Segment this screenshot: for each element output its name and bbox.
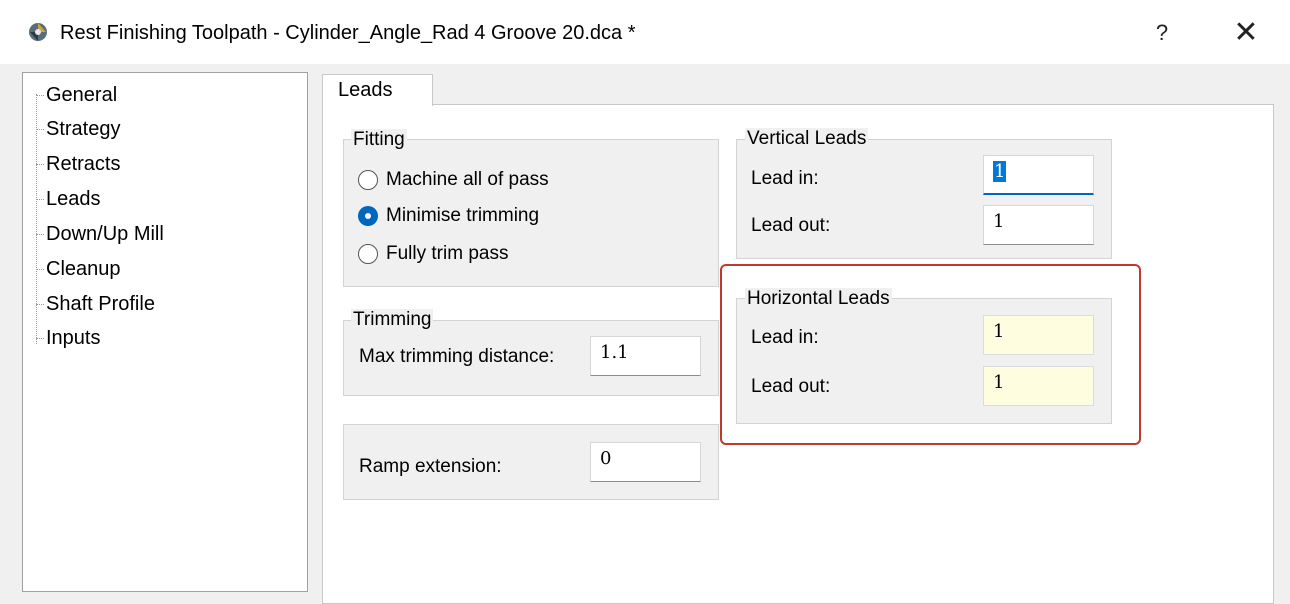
vertical-lead-in-input[interactable]: 1: [983, 155, 1094, 195]
tree-item-retracts[interactable]: Retracts: [36, 151, 120, 177]
tree-item-leads[interactable]: Leads: [36, 186, 101, 212]
fitting-group-title: Fitting: [351, 129, 407, 151]
trimming-group-title: Trimming: [351, 309, 434, 331]
selected-text: 1: [993, 161, 1007, 182]
vertical-leads-group-title: Vertical Leads: [745, 128, 869, 150]
tree-item-label: Retracts: [46, 153, 121, 175]
tree-item-general[interactable]: General: [36, 82, 117, 108]
radio-label: Fully trim pass: [386, 243, 509, 264]
window-title: Rest Finishing Toolpath - Cylinder_Angle…: [60, 22, 636, 44]
tree-item-label: Down/Up Mill: [46, 223, 164, 245]
tree-item-label: Leads: [46, 188, 101, 210]
ramp-extension-label: Ramp extension:: [359, 456, 502, 477]
radio-fully-trim-pass[interactable]: Fully trim pass: [358, 243, 568, 267]
vertical-lead-in-label: Lead in:: [751, 168, 819, 189]
tree-item-label: Inputs: [46, 327, 101, 349]
tree-item-label: Cleanup: [46, 258, 121, 280]
tree-item-strategy[interactable]: Strategy: [36, 116, 120, 142]
radio-button-selected[interactable]: [358, 206, 378, 226]
vertical-lead-out-label: Lead out:: [751, 215, 831, 236]
radio-machine-all-of-pass[interactable]: Machine all of pass: [358, 169, 568, 193]
radio-button[interactable]: [358, 244, 378, 264]
tab-leads[interactable]: Leads: [322, 74, 433, 106]
tree-item-label: Shaft Profile: [46, 293, 155, 315]
tree-item-label: Strategy: [46, 118, 121, 140]
tree-item-cleanup[interactable]: Cleanup: [36, 256, 121, 282]
max-trimming-distance-label: Max trimming distance:: [359, 346, 555, 367]
tree-item-down-up-mill[interactable]: Down/Up Mill: [36, 221, 164, 247]
max-trimming-distance-input[interactable]: 1.1: [590, 336, 701, 376]
radio-label: Machine all of pass: [386, 169, 549, 190]
tree-item-shaft-profile[interactable]: Shaft Profile: [36, 291, 155, 317]
title-bar: Rest Finishing Toolpath - Cylinder_Angle…: [0, 0, 1290, 64]
tree-item-label: General: [46, 84, 118, 106]
ramp-extension-input[interactable]: 0: [590, 442, 701, 482]
radio-minimise-trimming[interactable]: Minimise trimming: [358, 205, 568, 229]
highlight-box: [720, 264, 1141, 445]
tree-item-inputs[interactable]: Inputs: [36, 325, 100, 351]
vertical-lead-out-input[interactable]: 1: [983, 205, 1094, 245]
radio-button[interactable]: [358, 170, 378, 190]
radio-label: Minimise trimming: [386, 205, 540, 226]
help-button[interactable]: ?: [1142, 18, 1182, 48]
close-button[interactable]: ✕: [1224, 16, 1268, 50]
app-icon: [29, 23, 47, 41]
